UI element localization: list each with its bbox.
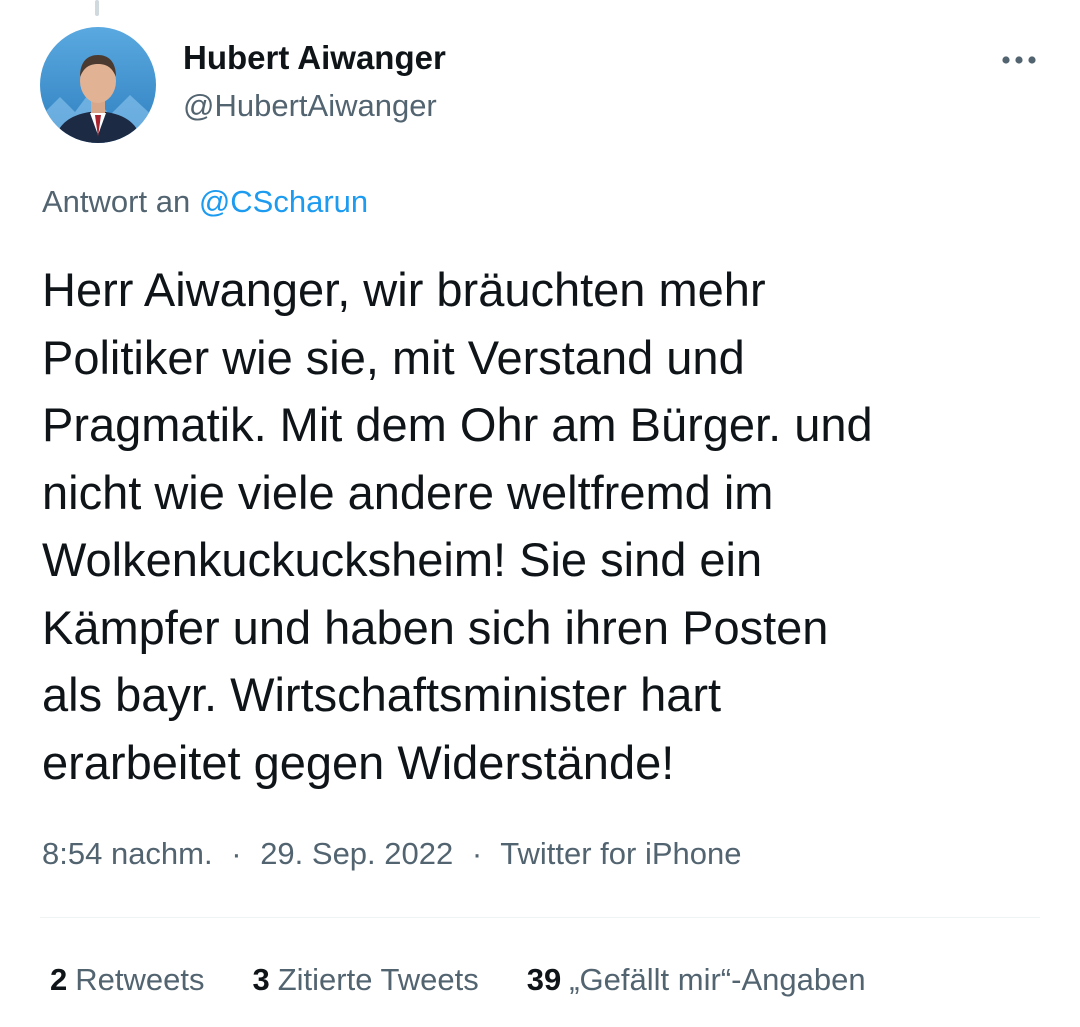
likes-count: 39 (526, 962, 562, 997)
likes-stat-link[interactable]: 39 „Gefällt mir“-Angaben (527, 960, 866, 1000)
quote-tweets-stat-link[interactable]: 3 Zitierte Tweets (252, 960, 478, 1000)
quote-tweets-label: Zitierte Tweets (277, 962, 479, 997)
reply-to-prefix: Antwort an (42, 184, 191, 219)
engagement-stats: 2 Retweets 3 Zitierte Tweets 39 „Gefällt mi… (50, 960, 914, 1000)
retweets-label: Retweets (75, 962, 205, 997)
quote-tweets-count: 3 (252, 962, 270, 997)
meta-separator: · (231, 836, 242, 871)
author-name[interactable]: Hubert Aiwanger (183, 38, 446, 78)
avatar-photo (40, 27, 156, 143)
retweets-stat-link[interactable]: 2 Retweets (50, 960, 204, 1000)
thread-connector-line (95, 0, 99, 16)
author-block: Hubert Aiwanger @HubertAiwanger (183, 38, 446, 126)
reply-to-mention-link[interactable]: @CScharun (199, 184, 368, 219)
tweet-date[interactable]: 29. Sep. 2022 (260, 836, 453, 871)
retweets-count: 2 (50, 962, 68, 997)
avatar[interactable] (40, 27, 156, 143)
author-handle[interactable]: @HubertAiwanger (183, 86, 446, 126)
more-horizontal-icon (1002, 56, 1036, 64)
tweet-source[interactable]: Twitter for iPhone (500, 836, 741, 871)
more-options-button[interactable] (994, 40, 1044, 80)
divider (40, 917, 1040, 918)
tweet-time[interactable]: 8:54 nachm. (42, 836, 213, 871)
likes-label: „Gefällt mir“-Angaben (569, 962, 866, 997)
tweet-meta: 8:54 nachm. · 29. Sep. 2022 · Twitter fo… (42, 834, 741, 874)
reply-to-line: Antwort an @CScharun (42, 182, 368, 222)
tweet-text: Herr Aiwanger, wir bräuchten mehr Politi… (42, 263, 873, 789)
meta-separator: · (471, 836, 483, 871)
